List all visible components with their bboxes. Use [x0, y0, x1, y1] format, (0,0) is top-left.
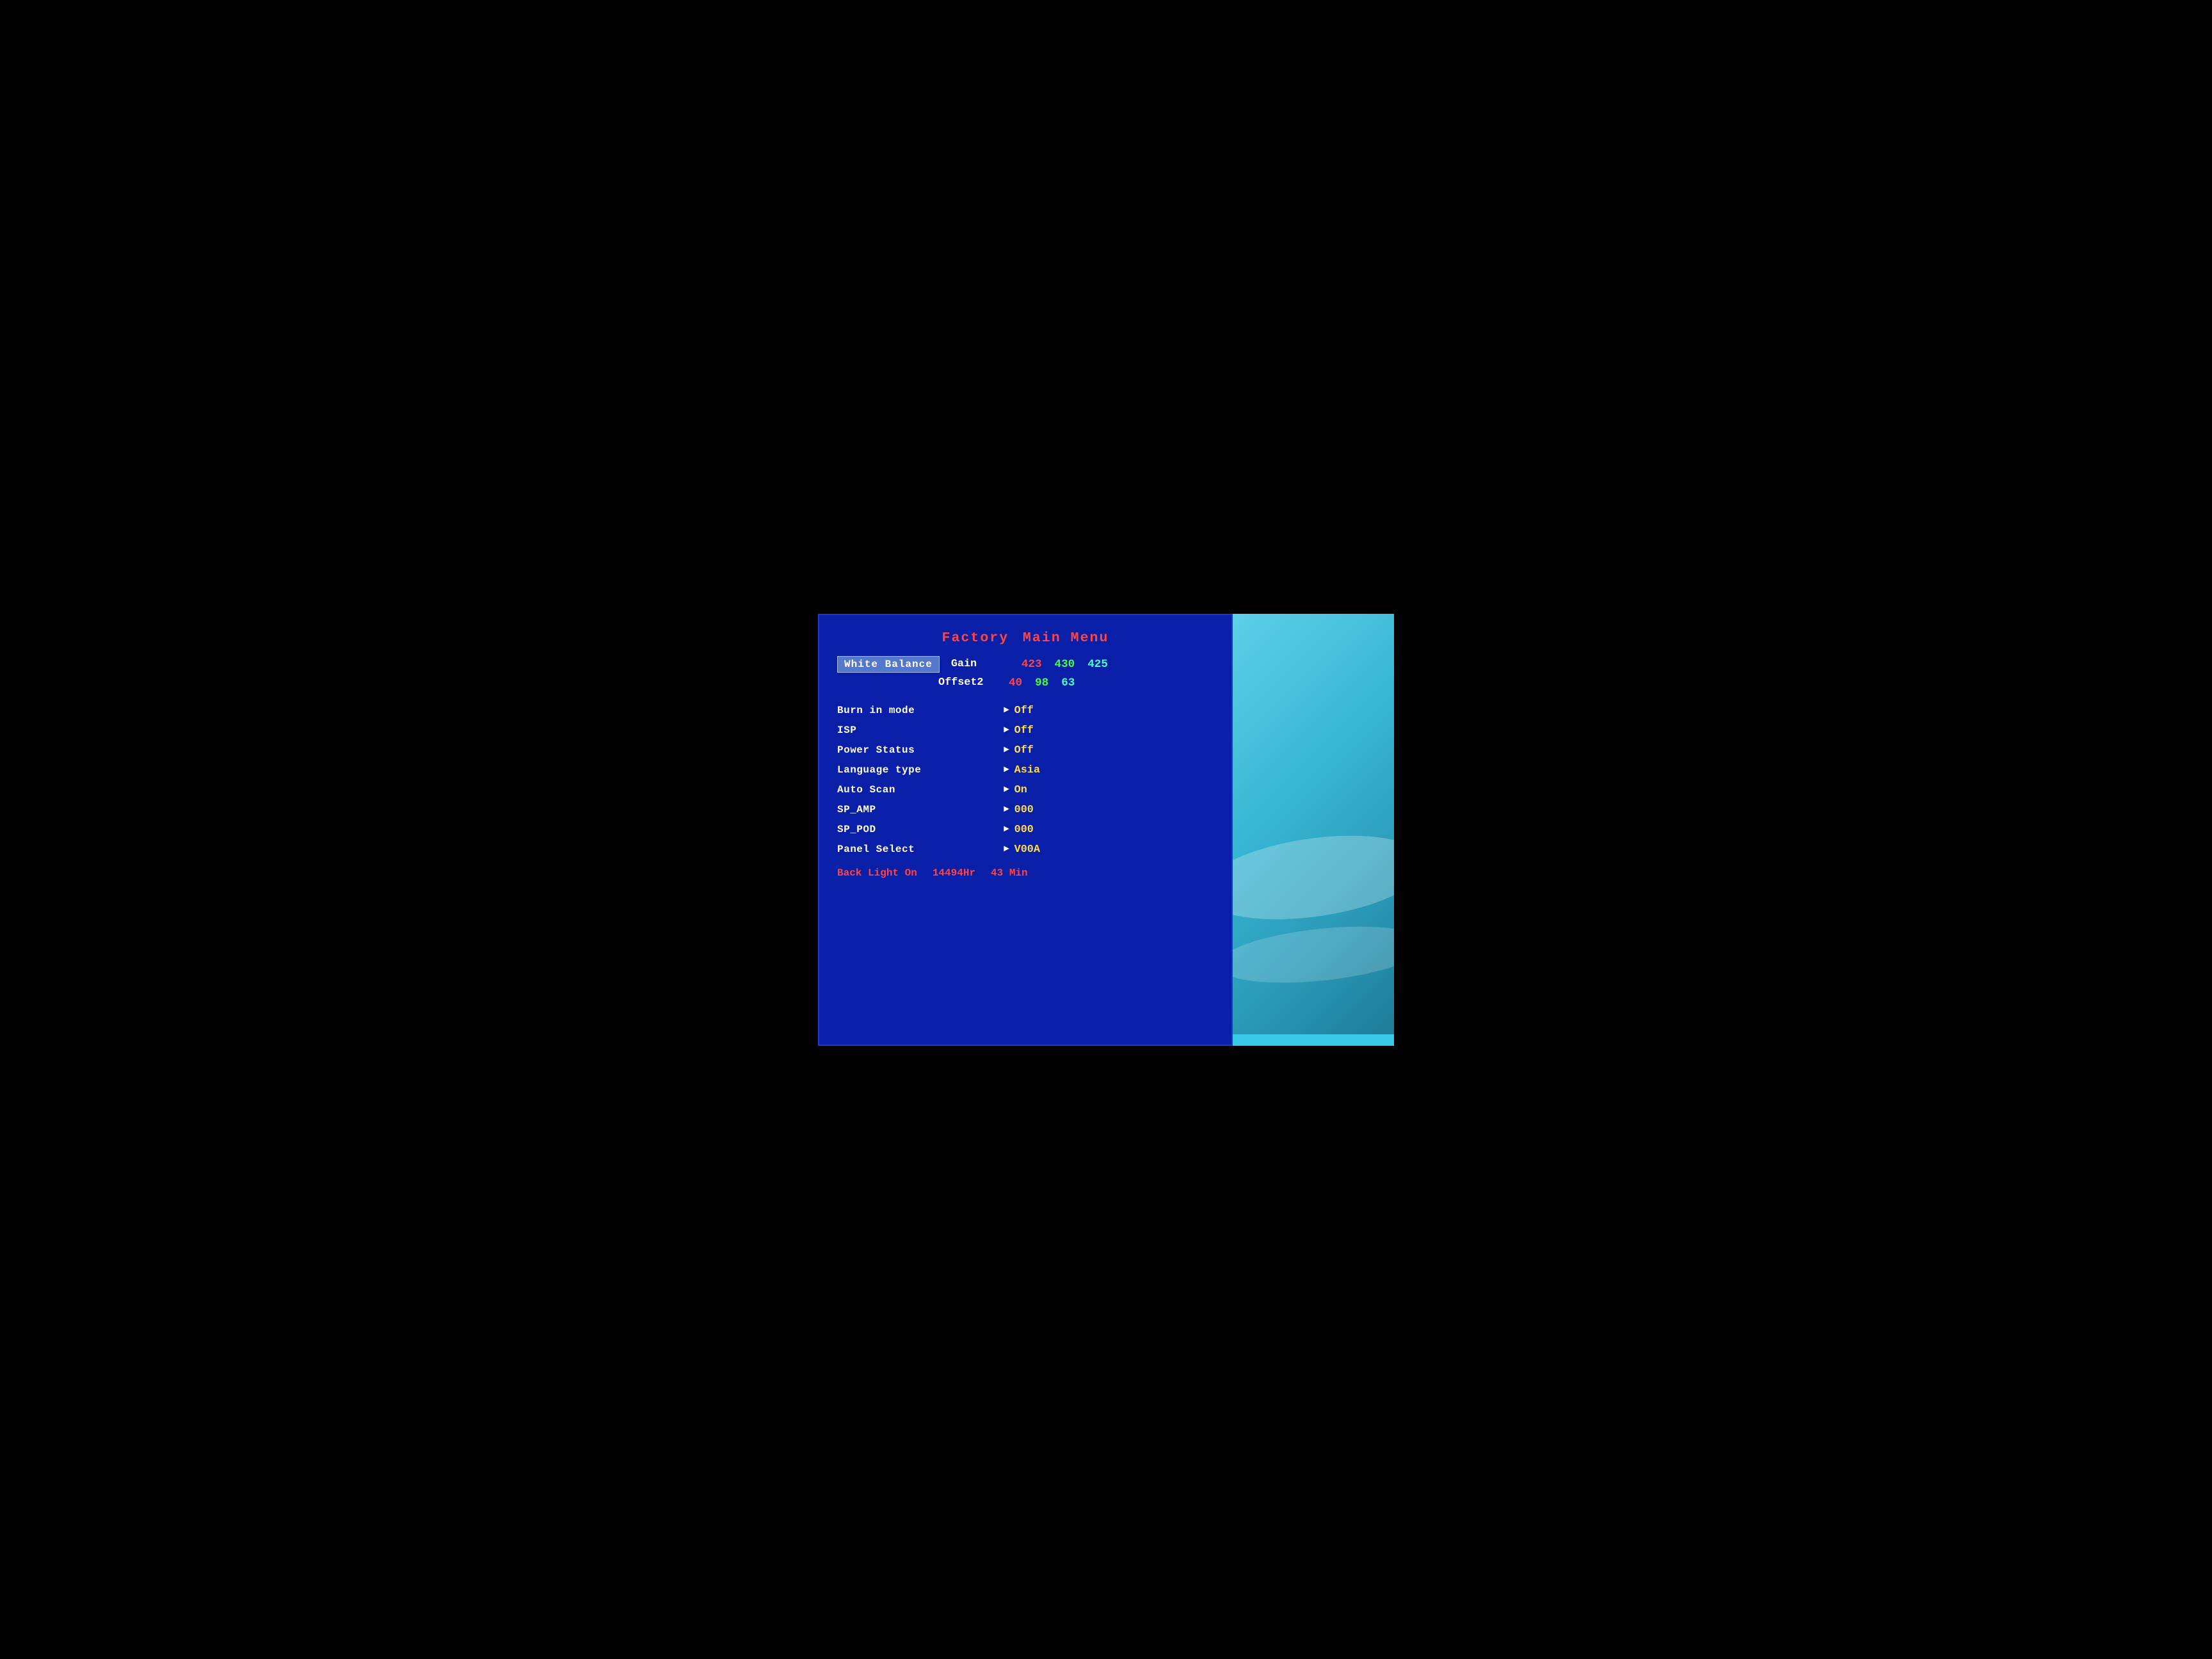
offset-green-value: 98: [1035, 677, 1048, 689]
white-balance-label[interactable]: White Balance: [837, 656, 940, 673]
menu-item-value: Asia: [1014, 764, 1040, 776]
menu-item-value: 000: [1014, 804, 1034, 816]
menu-item-row[interactable]: Burn in mode ► Off: [837, 701, 1214, 721]
wb-offset-row: Offset2 40 98 63: [938, 677, 1214, 689]
menu-item-name: Language type: [837, 764, 991, 776]
offset-label: Offset2: [938, 677, 996, 689]
gain-red-value: 423: [1022, 658, 1042, 671]
wb-gain-row: White Balance Gain 423 430 425: [837, 656, 1214, 673]
menu-item-name: Panel Select: [837, 844, 991, 855]
menu-item-value: 000: [1014, 824, 1034, 836]
menu-item-name: ISP: [837, 725, 991, 736]
menu-item-name: SP_POD: [837, 824, 991, 835]
menu-item-row[interactable]: Panel Select ► V00A: [837, 840, 1214, 860]
menu-item-value: V00A: [1014, 844, 1040, 856]
menu-item-row[interactable]: Auto Scan ► On: [837, 780, 1214, 800]
arrow-right-icon: ►: [1004, 844, 1009, 854]
footer-minutes: 43 Min: [991, 867, 1028, 879]
menu-item-value: On: [1014, 784, 1027, 796]
footer-label: Back Light On: [837, 867, 917, 879]
footer-hours: 14494Hr: [933, 867, 975, 879]
menu-item-name: Power Status: [837, 744, 991, 756]
menu-item-row[interactable]: SP_AMP ► 000: [837, 800, 1214, 820]
arrow-right-icon: ►: [1004, 705, 1009, 716]
menu-items-list: Burn in mode ► Off ISP ► Off Power Status ► Off L…: [837, 701, 1214, 860]
menu-item-row[interactable]: ISP ► Off: [837, 721, 1214, 741]
menu-item-name: Auto Scan: [837, 784, 991, 796]
menu-item-row[interactable]: SP_POD ► 000: [837, 820, 1214, 840]
title-row: Factory Main Menu: [837, 630, 1214, 646]
offset-red-value: 40: [1009, 677, 1022, 689]
title-main-menu: Main Menu: [1023, 630, 1109, 646]
menu-panel: Factory Main Menu White Balance Gain 423…: [818, 614, 1233, 1046]
arrow-right-icon: ►: [1004, 785, 1009, 795]
gain-green-value: 430: [1055, 658, 1075, 671]
arrow-right-icon: ►: [1004, 805, 1009, 815]
gain-label: Gain: [951, 658, 1009, 670]
menu-item-value: Off: [1014, 744, 1034, 757]
white-balance-section: White Balance Gain 423 430 425 Offset2 4…: [837, 656, 1214, 694]
arrow-right-icon: ►: [1004, 745, 1009, 755]
arrow-right-icon: ►: [1004, 824, 1009, 835]
menu-item-row[interactable]: Power Status ► Off: [837, 741, 1214, 760]
offset-cyan-value: 63: [1061, 677, 1075, 689]
right-decorative-panel: [1233, 614, 1394, 1046]
gain-cyan-value: 425: [1087, 658, 1108, 671]
menu-item-name: SP_AMP: [837, 804, 991, 815]
title-factory: Factory: [942, 630, 1009, 646]
menu-item-value: Off: [1014, 725, 1034, 737]
menu-item-value: Off: [1014, 705, 1034, 717]
menu-item-row[interactable]: Language type ► Asia: [837, 760, 1214, 780]
menu-item-name: Burn in mode: [837, 705, 991, 716]
arrow-right-icon: ►: [1004, 725, 1009, 735]
footer-row: Back Light On 14494Hr 43 Min: [837, 867, 1214, 879]
arrow-right-icon: ►: [1004, 765, 1009, 775]
bottom-cyan-bar: [1233, 1034, 1394, 1046]
